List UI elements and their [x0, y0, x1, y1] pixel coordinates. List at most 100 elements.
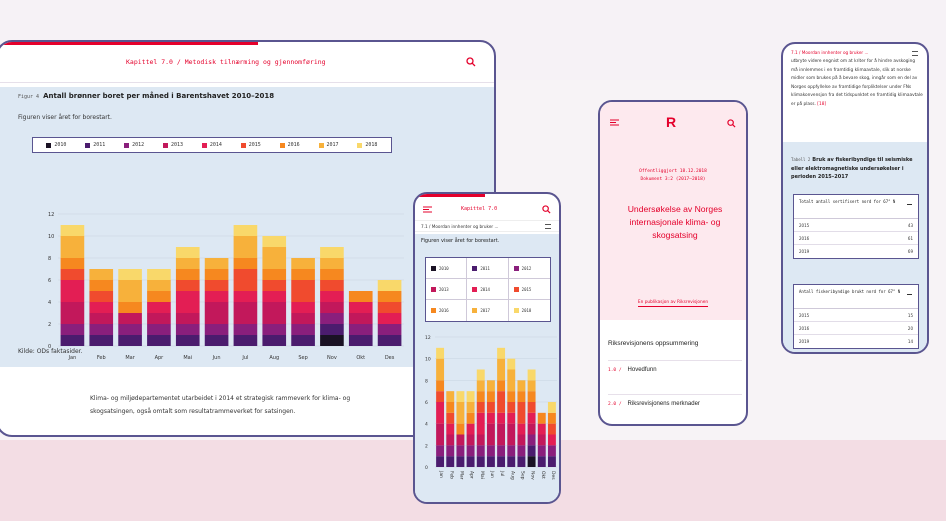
legend-label: 2018 — [365, 142, 378, 148]
legend-label: 2013 — [439, 286, 449, 292]
chapter-title[interactable]: Kapittel 7.0 — [461, 206, 497, 212]
bar-segment — [486, 391, 495, 402]
figure-subtitle: Figuren viser året for borestart. — [18, 114, 112, 121]
legend-swatch — [279, 142, 285, 148]
publisher-link[interactable]: En publikasjon av Riksrevisjonen — [600, 300, 746, 307]
search-icon[interactable] — [542, 205, 551, 214]
legend-label: 2018 — [521, 308, 532, 313]
document-number: Dokument 3:2 (2017–2018) — [640, 177, 706, 182]
chapter-title[interactable]: Kapittel 7.0 / Metodisk tilnærming og gj… — [126, 58, 326, 66]
table-header[interactable]: Antall fiskeribyndige brukt nord for 67°… — [794, 285, 918, 309]
legend-item: 2013 — [163, 142, 183, 148]
bar-segment — [517, 402, 526, 424]
bar-segment — [466, 423, 475, 435]
published-date: Offentliggjort 18.12.2018 — [639, 169, 707, 174]
toc-item-label[interactable]: Hovedfunn — [628, 367, 657, 373]
breadcrumb[interactable]: 7.1 / Moordan innhenter og bruker ... — [415, 220, 559, 232]
bar-segment — [118, 313, 142, 324]
collapse-icon[interactable] — [907, 294, 912, 295]
legend-label: 2012 — [132, 142, 145, 148]
legend-label: 2015 — [248, 142, 261, 148]
summary-heading: Riksrevisjonens oppsummering — [608, 340, 699, 347]
toc-item[interactable]: 2.0 / Riksrevisjonens merknader — [608, 394, 742, 414]
legend-swatch — [472, 265, 478, 271]
bar-segment — [517, 391, 526, 402]
bar-segment — [291, 324, 315, 335]
bar-segment — [291, 269, 315, 280]
bar-segment — [466, 402, 475, 413]
bar-segment — [377, 324, 402, 335]
x-tick-label: Jul — [241, 355, 248, 361]
bar-segment — [377, 335, 402, 346]
bar-segment — [466, 445, 475, 457]
legend-swatch — [513, 286, 519, 292]
bar-segment — [320, 313, 344, 324]
publisher-link-text[interactable]: En publikasjon av Riksrevisjonen — [637, 300, 709, 307]
bar-segment — [436, 456, 445, 467]
data-table: Antall fiskeribyndige brukt nord for 67°… — [793, 284, 919, 349]
row-year: 2016 — [799, 235, 810, 241]
search-icon[interactable] — [727, 119, 736, 128]
toc-item-label[interactable]: Riksrevisjonens merknader — [628, 401, 700, 407]
row-value: 20 — [907, 325, 913, 331]
bar-segment — [204, 258, 229, 269]
menu-icon[interactable] — [610, 119, 619, 126]
bar-segment — [527, 391, 536, 402]
bar-segment — [320, 302, 344, 313]
breadcrumb[interactable]: 7.1 / Moordan innhenter og bruker ... — [783, 48, 927, 58]
logo[interactable]: R — [666, 114, 676, 130]
row-value: 69 — [907, 249, 913, 254]
bar-segment — [175, 258, 200, 269]
bar-segment — [476, 434, 485, 446]
table-row: 2016 61 — [794, 232, 918, 245]
bar-segment — [175, 324, 200, 335]
x-tick-label: Mai — [479, 471, 485, 479]
bar-segment — [527, 423, 536, 435]
bar-segment — [175, 335, 200, 346]
bar-segment — [233, 236, 258, 258]
bar-segment — [377, 291, 402, 302]
legend-item: 2012 — [508, 258, 550, 279]
legend-item: 2015 — [508, 279, 550, 300]
bar-segment — [89, 313, 114, 324]
bar-segment — [476, 456, 485, 467]
bar-segment — [547, 456, 556, 467]
legend-swatch — [124, 142, 130, 148]
row-year: 2019 — [799, 339, 810, 344]
legend-swatch — [357, 142, 363, 148]
showcase-stage: Kapittel 7.0 / Metodisk tilnærming og gj… — [0, 0, 946, 521]
toc-icon[interactable] — [912, 51, 918, 56]
bar-segment — [377, 302, 402, 313]
bar-segment — [204, 280, 229, 291]
toc-item[interactable]: 1.0 / Hovedfunn — [608, 360, 742, 380]
footnote-ref[interactable]: [18] — [817, 102, 826, 107]
row-value: 43 — [907, 222, 913, 228]
phone-chart-view: Kapittel 7.0 7.1 / Moordan innhenter og … — [413, 192, 561, 504]
bar-segment — [456, 456, 465, 467]
bar-segment — [147, 291, 171, 302]
breadcrumb-text[interactable]: 7.1 / Moordan innhenter og bruker ... — [421, 224, 498, 229]
search-icon[interactable] — [466, 57, 476, 67]
legend-item: 2010 — [46, 142, 66, 148]
bar-segment — [291, 258, 315, 269]
bar-segment — [89, 324, 114, 335]
legend-item: 2010 — [426, 258, 468, 279]
row-year: 2015 — [799, 222, 810, 228]
bar-segment — [547, 412, 556, 424]
bar-segment — [89, 291, 114, 302]
menu-icon[interactable] — [423, 206, 432, 213]
bar-segment — [456, 402, 465, 424]
bar-segment — [537, 445, 546, 457]
table-header[interactable]: Totalt antall sertifisert nord for 67° N — [794, 195, 918, 219]
toc-icon[interactable] — [545, 224, 551, 229]
toc-item-number: 1.0 / — [608, 368, 622, 373]
collapse-icon[interactable] — [907, 204, 912, 205]
bar-segment — [320, 269, 344, 280]
x-tick-label: Mar — [458, 471, 464, 480]
breadcrumb-text[interactable]: 7.1 / Moordan innhenter og bruker ... — [791, 50, 868, 55]
y-tick-label: 4 — [48, 300, 51, 306]
legend-swatch — [431, 308, 436, 313]
bar-segment — [60, 302, 85, 324]
bar-segment — [527, 456, 536, 467]
legend-label: 2012 — [521, 265, 532, 271]
